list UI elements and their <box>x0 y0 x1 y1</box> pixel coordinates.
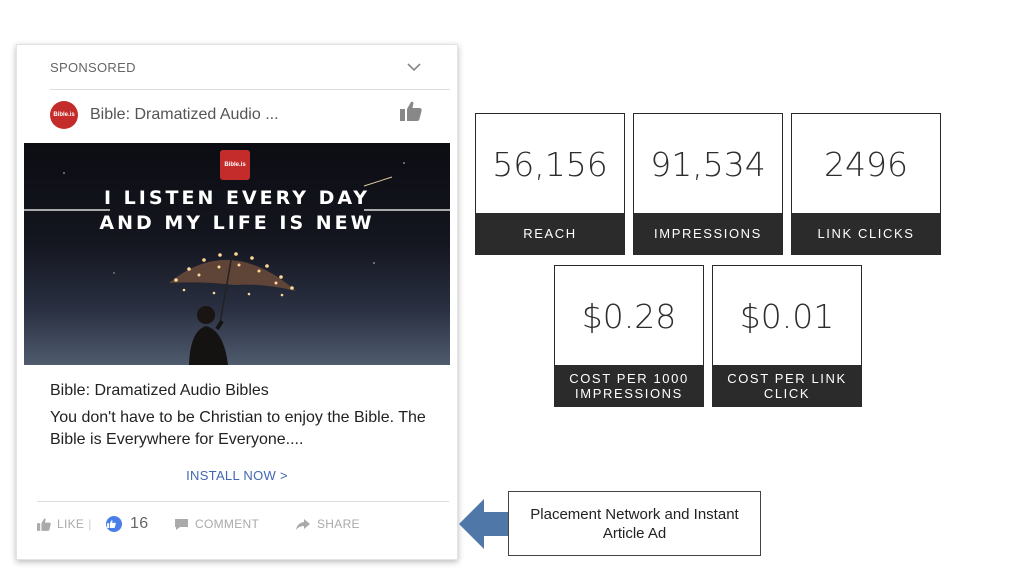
comment-icon <box>175 518 188 530</box>
share-button[interactable]: SHARE <box>295 517 360 531</box>
install-now-link[interactable]: INSTALL NOW > <box>17 468 457 483</box>
install-now-label: INSTALL NOW > <box>186 468 288 483</box>
divider <box>37 501 449 502</box>
metric-value: $0.28 <box>581 296 677 336</box>
metric-tile-impressions: 91,534 IMPRESSIONS <box>633 113 783 255</box>
ad-image[interactable]: Bible.is I LISTEN EVERY DAY AND MY LIFE … <box>24 143 450 365</box>
like-button[interactable]: LIKE | <box>37 517 96 531</box>
like-icon <box>37 518 51 531</box>
share-icon <box>296 518 310 530</box>
metric-tile-cost-per-link-click: $0.01 COST PER LINK CLICK <box>712 265 862 407</box>
metric-tile-reach: 56,156 REACH <box>475 113 625 255</box>
share-label: SHARE <box>317 517 360 531</box>
metric-label: LINK CLICKS <box>792 213 940 254</box>
blue-like-reaction-icon <box>106 516 122 532</box>
metric-label: REACH <box>476 213 624 254</box>
image-logo: Bible.is <box>220 150 250 180</box>
chevron-down-icon[interactable] <box>407 63 421 72</box>
page-avatar[interactable]: Bible.is <box>50 101 78 129</box>
like-label: LIKE <box>57 517 85 531</box>
sponsored-header: SPONSORED <box>17 45 457 89</box>
image-headline-line2: AND MY LIFE IS NEW <box>99 212 375 234</box>
comment-button[interactable]: COMMENT <box>174 517 259 531</box>
divider <box>50 89 450 90</box>
metric-value: 2496 <box>824 144 908 184</box>
image-logo-text: Bible.is <box>224 162 246 168</box>
action-separator: | <box>88 517 92 531</box>
page-row: Bible.is Bible: Dramatized Audio ... <box>17 91 457 139</box>
metric-label-text: REACH <box>523 226 577 241</box>
metric-value: 56,156 <box>492 144 608 184</box>
metric-tile-link-clicks: 2496 LINK CLICKS <box>791 113 941 255</box>
reaction-count-value: 16 <box>130 515 149 532</box>
metric-tile-cpm: $0.28 COST PER 1000 IMPRESSIONS <box>554 265 704 407</box>
arrow-left-icon <box>459 499 509 549</box>
metric-value: 91,534 <box>650 144 766 184</box>
page-name[interactable]: Bible: Dramatized Audio ... <box>90 106 279 124</box>
metric-label-text: COST PER LINK CLICK <box>727 370 847 401</box>
callout-text: Placement Network and Instant Article Ad <box>530 505 739 542</box>
metric-label: COST PER 1000 IMPRESSIONS <box>555 365 703 406</box>
metric-label-text: IMPRESSIONS <box>654 226 762 241</box>
ad-description: You don't have to be Christian to enjoy … <box>50 409 426 448</box>
reaction-count[interactable]: 16 <box>106 515 148 533</box>
image-headline-line1: I LISTEN EVERY DAY <box>103 187 371 209</box>
thumbs-up-icon[interactable] <box>400 101 422 121</box>
metric-label: COST PER LINK CLICK <box>713 365 861 406</box>
metric-label-text: LINK CLICKS <box>817 226 915 241</box>
comment-label: COMMENT <box>195 517 260 531</box>
sponsored-ad-card: SPONSORED Bible.is Bible: Dramatized Aud… <box>16 44 458 560</box>
metric-label: IMPRESSIONS <box>634 213 782 254</box>
actions-row: LIKE | 16 COMMENT SHARE <box>17 511 457 541</box>
avatar-logo-text: Bible.is <box>53 112 75 118</box>
sponsored-label: SPONSORED <box>50 60 136 75</box>
callout-box: Placement Network and Instant Article Ad <box>508 491 761 556</box>
metric-label-text: COST PER 1000 IMPRESSIONS <box>569 370 689 401</box>
metric-value: $0.01 <box>739 296 835 336</box>
ad-title[interactable]: Bible: Dramatized Audio Bibles <box>50 382 269 400</box>
